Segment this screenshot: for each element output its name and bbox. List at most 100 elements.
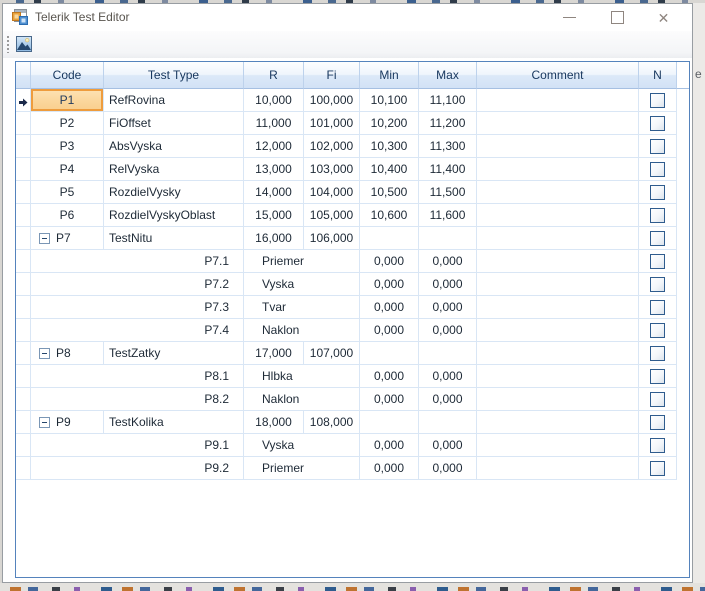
- column-header-fi[interactable]: Fi: [304, 62, 360, 89]
- r-cell[interactable]: 17,000: [244, 342, 304, 365]
- title-bar[interactable]: Telerik Test Editor ✕: [3, 4, 692, 31]
- code-cell[interactable]: P8.1: [31, 365, 244, 388]
- max-cell[interactable]: 11,200: [419, 112, 477, 135]
- comment-cell[interactable]: [477, 319, 639, 342]
- n-cell[interactable]: [639, 342, 677, 365]
- min-cell[interactable]: 0,000: [360, 434, 419, 457]
- code-cell[interactable]: P7.1: [31, 250, 244, 273]
- n-checkbox[interactable]: [650, 276, 665, 292]
- max-cell[interactable]: [419, 411, 477, 434]
- code-cell[interactable]: P9: [31, 411, 104, 434]
- n-cell[interactable]: [639, 227, 677, 250]
- test-type-cell[interactable]: RozdielVyskyOblast: [104, 204, 244, 227]
- test-type-cell[interactable]: TestZatky: [104, 342, 244, 365]
- max-cell[interactable]: [419, 342, 477, 365]
- min-cell[interactable]: 0,000: [360, 388, 419, 411]
- row-header-cell[interactable]: [16, 158, 31, 181]
- column-header-comment[interactable]: Comment: [477, 62, 639, 89]
- fi-cell[interactable]: 101,000: [304, 112, 360, 135]
- test-type-cell[interactable]: Vyska: [244, 273, 360, 296]
- code-cell[interactable]: P9.2: [31, 457, 244, 480]
- n-checkbox[interactable]: [650, 460, 665, 476]
- code-cell[interactable]: P7.3: [31, 296, 244, 319]
- column-header-rowindicator[interactable]: [16, 62, 31, 89]
- max-cell[interactable]: 0,000: [419, 434, 477, 457]
- max-cell[interactable]: 11,300: [419, 135, 477, 158]
- min-cell[interactable]: [360, 227, 419, 250]
- min-cell[interactable]: 10,200: [360, 112, 419, 135]
- row-header-cell[interactable]: [16, 457, 31, 480]
- row-header-cell[interactable]: [16, 89, 31, 112]
- n-checkbox[interactable]: [650, 322, 665, 338]
- fi-cell[interactable]: 100,000: [304, 89, 360, 112]
- row-header-cell[interactable]: [16, 204, 31, 227]
- test-type-cell[interactable]: Priemer: [244, 457, 360, 480]
- code-cell[interactable]: P6: [31, 204, 104, 227]
- n-checkbox[interactable]: [650, 161, 665, 177]
- max-cell[interactable]: 11,100: [419, 89, 477, 112]
- test-type-cell[interactable]: TestKolika: [104, 411, 244, 434]
- comment-cell[interactable]: [477, 227, 639, 250]
- r-cell[interactable]: 16,000: [244, 227, 304, 250]
- min-cell[interactable]: 10,500: [360, 181, 419, 204]
- max-cell[interactable]: 0,000: [419, 388, 477, 411]
- comment-cell[interactable]: [477, 135, 639, 158]
- row-header-cell[interactable]: [16, 388, 31, 411]
- test-type-cell[interactable]: RefRovina: [104, 89, 244, 112]
- comment-cell[interactable]: [477, 296, 639, 319]
- test-type-cell[interactable]: Vyska: [244, 434, 360, 457]
- max-cell[interactable]: [419, 227, 477, 250]
- n-cell[interactable]: [639, 434, 677, 457]
- r-cell[interactable]: 18,000: [244, 411, 304, 434]
- r-cell[interactable]: 12,000: [244, 135, 304, 158]
- min-cell[interactable]: 10,400: [360, 158, 419, 181]
- row-header-cell[interactable]: [16, 411, 31, 434]
- n-checkbox[interactable]: [650, 299, 665, 315]
- column-header-code[interactable]: Code: [31, 62, 104, 89]
- max-cell[interactable]: 0,000: [419, 296, 477, 319]
- collapse-icon[interactable]: [39, 232, 50, 244]
- collapse-icon[interactable]: [39, 347, 50, 359]
- comment-cell[interactable]: [477, 273, 639, 296]
- min-cell[interactable]: 0,000: [360, 296, 419, 319]
- maximize-button[interactable]: [595, 4, 640, 31]
- code-cell[interactable]: P7.2: [31, 273, 244, 296]
- n-checkbox[interactable]: [650, 230, 665, 246]
- column-header-r[interactable]: R: [244, 62, 304, 89]
- column-header-max[interactable]: Max: [419, 62, 477, 89]
- code-cell[interactable]: P3: [31, 135, 104, 158]
- max-cell[interactable]: 11,500: [419, 181, 477, 204]
- column-header-min[interactable]: Min: [360, 62, 419, 89]
- min-cell[interactable]: 10,300: [360, 135, 419, 158]
- n-checkbox[interactable]: [650, 253, 665, 269]
- row-header-cell[interactable]: [16, 250, 31, 273]
- r-cell[interactable]: 10,000: [244, 89, 304, 112]
- n-cell[interactable]: [639, 181, 677, 204]
- row-header-cell[interactable]: [16, 273, 31, 296]
- max-cell[interactable]: 0,000: [419, 319, 477, 342]
- n-checkbox[interactable]: [650, 92, 665, 108]
- test-type-cell[interactable]: Hlbka: [244, 365, 360, 388]
- min-cell[interactable]: [360, 411, 419, 434]
- code-cell[interactable]: P7: [31, 227, 104, 250]
- code-cell[interactable]: P4: [31, 158, 104, 181]
- n-cell[interactable]: [639, 204, 677, 227]
- n-cell[interactable]: [639, 250, 677, 273]
- test-type-cell[interactable]: AbsVyska: [104, 135, 244, 158]
- n-cell[interactable]: [639, 457, 677, 480]
- n-checkbox[interactable]: [650, 207, 665, 223]
- code-cell[interactable]: P7.4: [31, 319, 244, 342]
- n-cell[interactable]: [639, 388, 677, 411]
- row-header-cell[interactable]: [16, 296, 31, 319]
- fi-cell[interactable]: 107,000: [304, 342, 360, 365]
- test-type-cell[interactable]: TestNitu: [104, 227, 244, 250]
- n-cell[interactable]: [639, 158, 677, 181]
- row-header-cell[interactable]: [16, 181, 31, 204]
- n-checkbox[interactable]: [650, 115, 665, 131]
- test-type-cell[interactable]: Naklon: [244, 319, 360, 342]
- n-cell[interactable]: [639, 411, 677, 434]
- n-checkbox[interactable]: [650, 391, 665, 407]
- n-cell[interactable]: [639, 296, 677, 319]
- test-type-cell[interactable]: RozdielVysky: [104, 181, 244, 204]
- test-type-cell[interactable]: RelVyska: [104, 158, 244, 181]
